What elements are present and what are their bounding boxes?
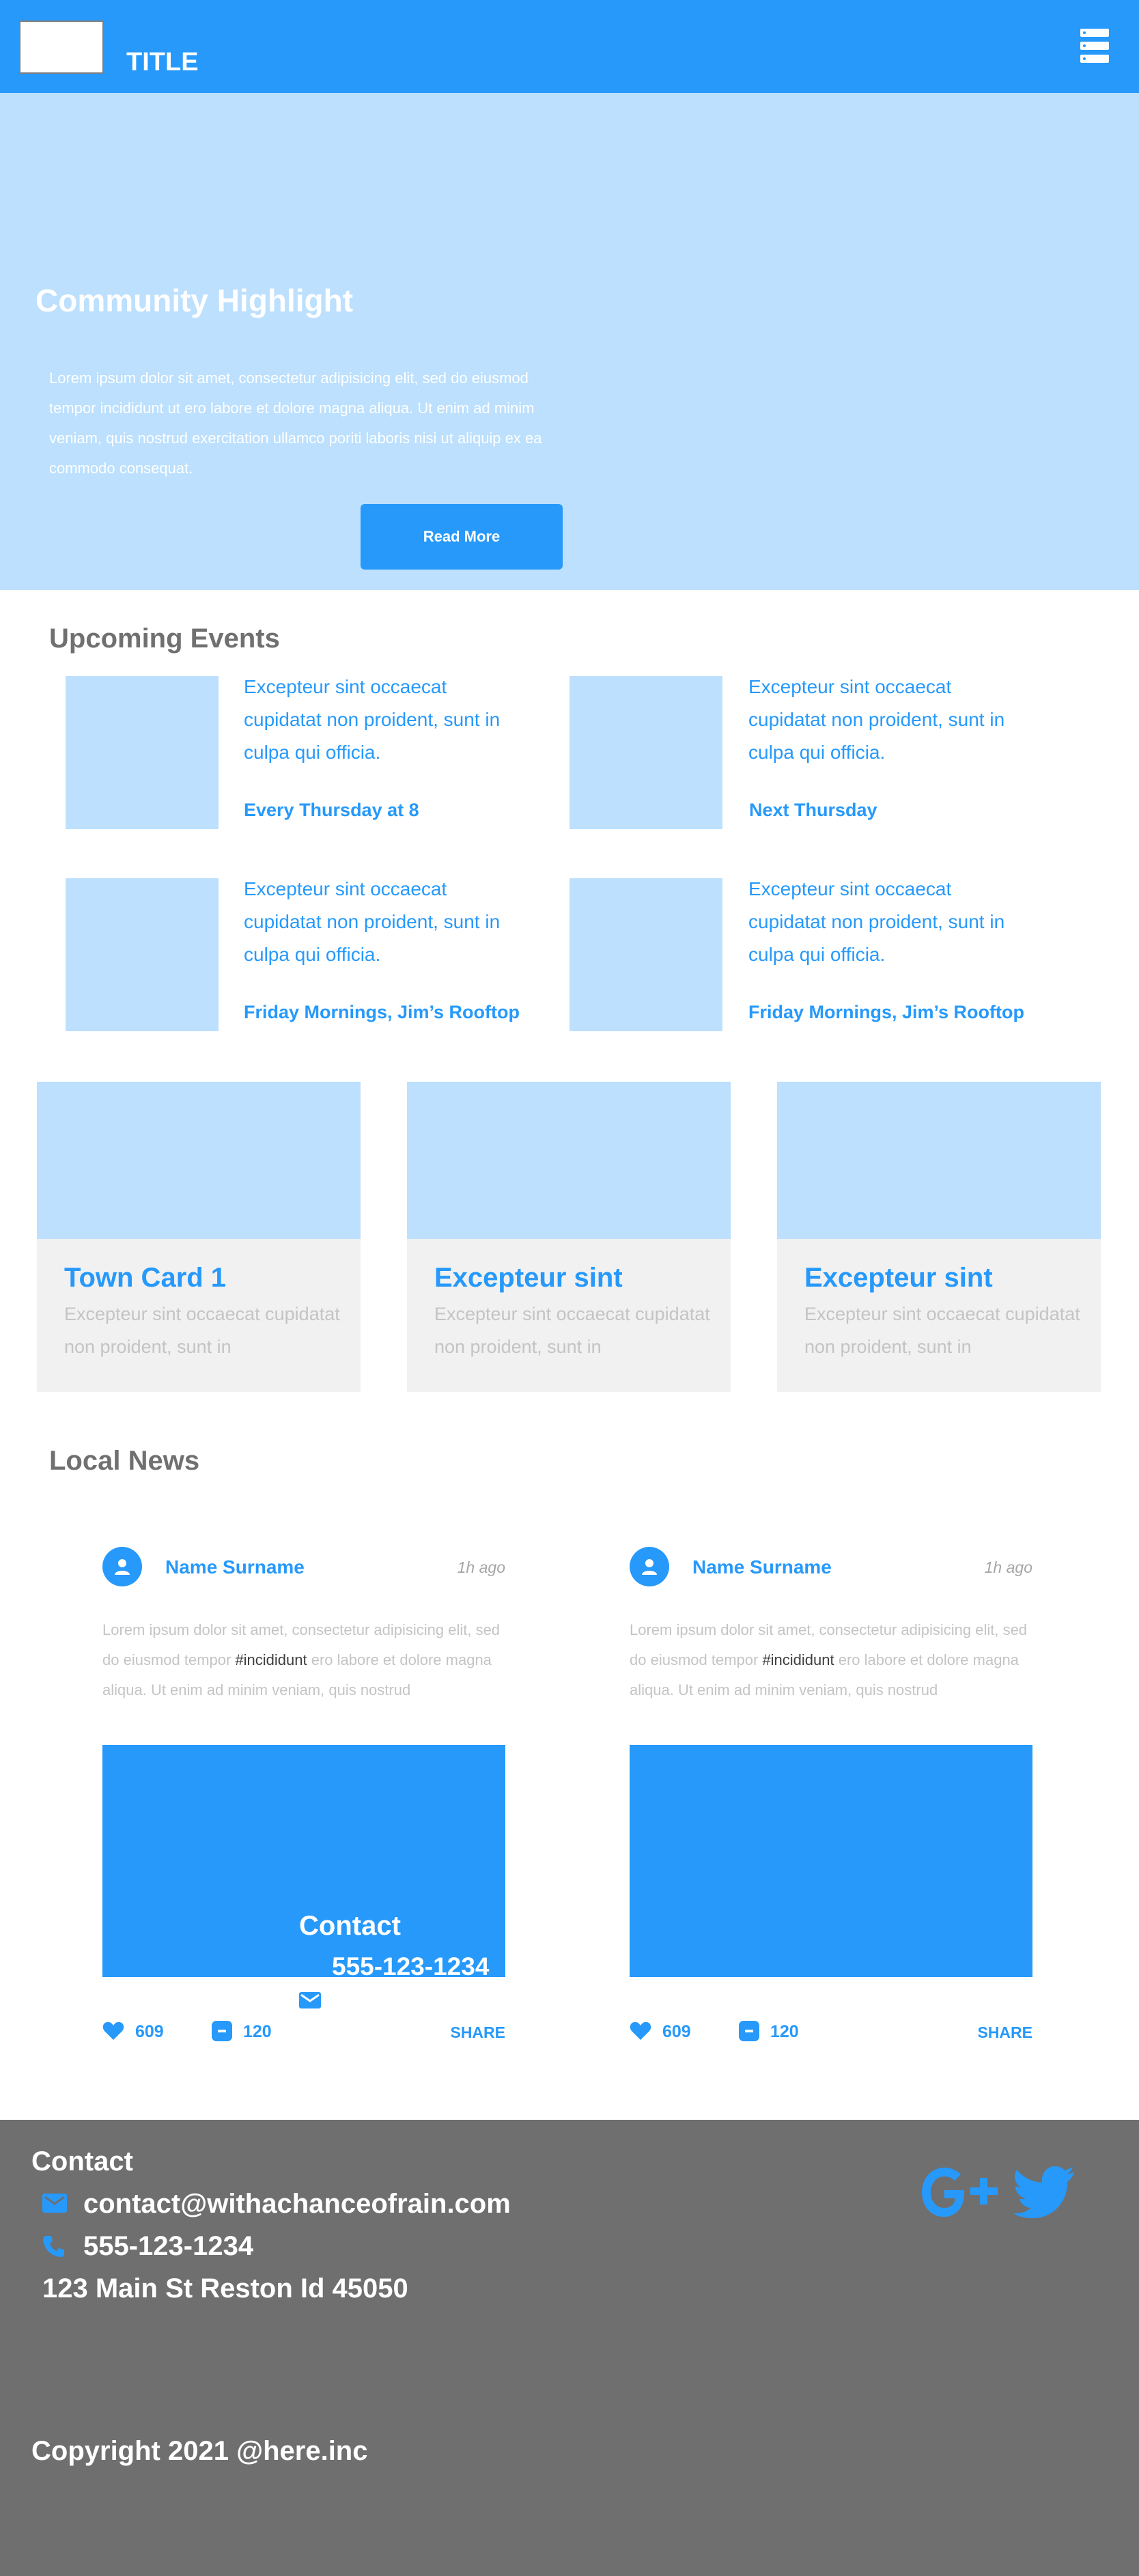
card-text: Excepteur sint occaecat cupidatat non pr… xyxy=(64,1304,340,1357)
event-description: Excepteur sint occaecat cupidatat non pr… xyxy=(748,676,1005,763)
event-image[interactable] xyxy=(66,878,219,1031)
hero-banner xyxy=(0,93,1139,590)
footer-contact-heading: Contact xyxy=(31,2146,133,2176)
post-text: Lorem ipsum dolor sit amet, consectetur … xyxy=(102,1615,505,1705)
avatar[interactable] xyxy=(630,1547,669,1586)
overlay-contact-heading: Contact xyxy=(299,1911,401,1941)
twitter-icon[interactable] xyxy=(1013,2165,1076,2218)
news-post: Name Surname 1h ago Lorem ipsum dolor si… xyxy=(630,1547,1032,2093)
hashtag-link[interactable]: #incididunt xyxy=(235,1651,307,1668)
news-heading: Local News xyxy=(49,1446,200,1476)
hero-title: Community Highlight xyxy=(36,283,354,318)
page-title: TITLE xyxy=(126,48,199,76)
event-time: Next Thursday xyxy=(749,800,877,820)
event-description: Excepteur sint occaecat cupidatat non pr… xyxy=(244,878,501,965)
read-more-button[interactable]: Read More xyxy=(361,504,563,570)
heart-icon[interactable] xyxy=(102,2021,124,2041)
card-title: Excepteur sint xyxy=(804,1263,993,1293)
event-description: Excepteur sint occaecat cupidatat non pr… xyxy=(748,878,1005,965)
user-icon xyxy=(642,1559,657,1575)
phone-icon xyxy=(43,2236,64,2257)
post-time: 1h ago xyxy=(457,1558,505,1576)
event-image[interactable] xyxy=(570,676,722,829)
event-image[interactable] xyxy=(66,676,219,829)
card-image xyxy=(777,1082,1101,1239)
news-post: Name Surname 1h ago Lorem ipsum dolor si… xyxy=(102,1547,505,2093)
town-card[interactable]: Excepteur sint Excepteur sint occaecat c… xyxy=(407,1082,731,1392)
card-image xyxy=(407,1082,731,1239)
event-time: Every Thursday at 8 xyxy=(244,800,419,820)
card-image xyxy=(37,1082,361,1239)
comments-count: 120 xyxy=(770,2022,799,2041)
mail-icon[interactable] xyxy=(299,1992,321,2008)
event-image[interactable] xyxy=(570,878,722,1031)
post-image[interactable] xyxy=(630,1745,1032,1977)
event-time: Friday Mornings, Jim’s Rooftop xyxy=(244,1002,520,1022)
comment-icon[interactable] xyxy=(739,2021,759,2041)
footer-email[interactable]: contact@withachanceofrain.com xyxy=(83,2187,511,2221)
hashtag-link[interactable]: #incididunt xyxy=(762,1651,834,1668)
footer-address: 123 Main St Reston Id 45050 xyxy=(42,2273,408,2304)
comment-icon[interactable] xyxy=(212,2021,232,2041)
user-icon xyxy=(115,1559,130,1575)
comments-count: 120 xyxy=(243,2022,272,2041)
author-name[interactable]: Name Surname xyxy=(692,1555,832,1580)
card-title: Excepteur sint xyxy=(434,1263,623,1293)
town-card[interactable]: Excepteur sint Excepteur sint occaecat c… xyxy=(777,1082,1101,1392)
likes-count: 609 xyxy=(135,2022,164,2041)
card-title: Town Card 1 xyxy=(64,1263,227,1293)
hero-text: Lorem ipsum dolor sit amet, consectetur … xyxy=(49,369,542,477)
share-button[interactable]: SHARE xyxy=(450,2022,505,2043)
avatar[interactable] xyxy=(102,1547,142,1586)
menu-icon[interactable] xyxy=(1080,29,1109,63)
post-image[interactable] xyxy=(102,1745,505,1977)
logo-placeholder[interactable] xyxy=(19,20,104,74)
town-card[interactable]: Town Card 1 Excepteur sint occaecat cupi… xyxy=(37,1082,361,1392)
google-plus-icon[interactable] xyxy=(920,2165,998,2220)
event-time: Friday Mornings, Jim’s Rooftop xyxy=(748,1002,1025,1022)
card-text: Excepteur sint occaecat cupidatat non pr… xyxy=(804,1304,1080,1357)
footer-phone[interactable]: 555-123-1234 xyxy=(83,2229,253,2263)
copyright-text: Copyright 2021 @here.inc xyxy=(31,2436,368,2466)
post-text: Lorem ipsum dolor sit amet, consectetur … xyxy=(630,1615,1032,1705)
events-heading: Upcoming Events xyxy=(49,624,280,654)
likes-count: 609 xyxy=(662,2022,691,2041)
author-name[interactable]: Name Surname xyxy=(165,1555,305,1580)
heart-icon[interactable] xyxy=(630,2021,651,2041)
post-time: 1h ago xyxy=(984,1558,1032,1576)
event-description: Excepteur sint occaecat cupidatat non pr… xyxy=(244,676,501,763)
share-button[interactable]: SHARE xyxy=(977,2022,1032,2043)
overlay-phone[interactable]: 555-123-1234 xyxy=(332,1952,489,1982)
mail-icon xyxy=(42,2194,67,2213)
card-text: Excepteur sint occaecat cupidatat non pr… xyxy=(434,1304,710,1357)
